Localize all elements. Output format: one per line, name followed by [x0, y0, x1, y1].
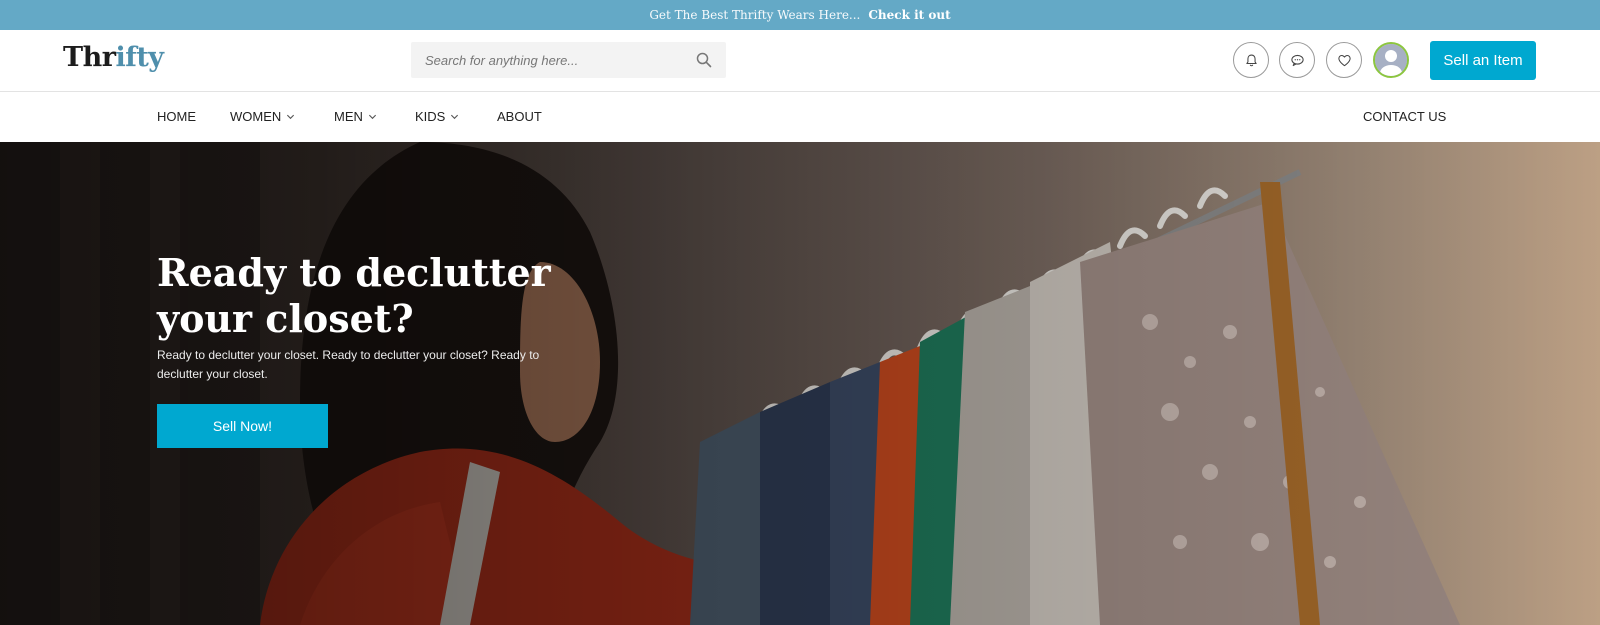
wishlist-button[interactable]	[1326, 42, 1362, 78]
nav-women[interactable]: WOMEN	[230, 109, 295, 124]
announcement-text: Get The Best Thrifty Wears Here...	[649, 8, 861, 22]
nav-contact[interactable]: CONTACT US	[1363, 109, 1446, 124]
hero-subtitle: Ready to declutter your closet. Ready to…	[157, 348, 540, 381]
user-silhouette-icon	[1375, 44, 1407, 76]
nav-kids[interactable]: KIDS	[415, 109, 459, 124]
main-nav: HOME WOMEN MEN KIDS ABOUT CONTACT US	[0, 92, 1600, 142]
nav-about[interactable]: ABOUT	[497, 109, 542, 124]
bell-icon	[1245, 54, 1257, 66]
nav-men[interactable]: MEN	[334, 109, 377, 124]
search-icon[interactable]	[696, 52, 712, 68]
user-avatar[interactable]	[1373, 42, 1409, 78]
hero-banner: Ready to declutter your closet? Ready to…	[0, 142, 1600, 625]
nav-label: HOME	[157, 109, 196, 124]
announcement-link[interactable]: Check it out	[868, 8, 950, 22]
chat-icon	[1290, 54, 1304, 66]
hero-title: Ready to declutter your closet?	[157, 250, 551, 341]
nav-home[interactable]: HOME	[157, 109, 196, 124]
sell-now-button[interactable]: Sell Now!	[157, 404, 328, 448]
search-input[interactable]	[425, 52, 690, 68]
sell-item-button[interactable]: Sell an Item	[1430, 41, 1536, 80]
nav-label: CONTACT US	[1363, 109, 1447, 124]
chevron-down-icon	[287, 114, 295, 120]
chevron-down-icon	[451, 114, 459, 120]
messages-button[interactable]	[1279, 42, 1315, 78]
nav-label: MEN	[334, 109, 363, 124]
logo[interactable]: Thrifty	[63, 42, 164, 73]
announcement-bar: Get The Best Thrifty Wears Here... Check…	[0, 0, 1600, 30]
logo-text-dark: Thr	[63, 42, 116, 73]
search-box	[411, 42, 726, 78]
nav-label: ABOUT	[497, 109, 542, 124]
nav-label: KIDS	[415, 109, 446, 124]
nav-label: WOMEN	[230, 109, 282, 124]
logo-text-accent: ifty	[115, 42, 164, 73]
chevron-down-icon	[368, 114, 376, 120]
notifications-button[interactable]	[1233, 42, 1269, 78]
heart-icon	[1337, 54, 1351, 66]
site-header: Thrifty Sell an Item	[0, 30, 1600, 92]
